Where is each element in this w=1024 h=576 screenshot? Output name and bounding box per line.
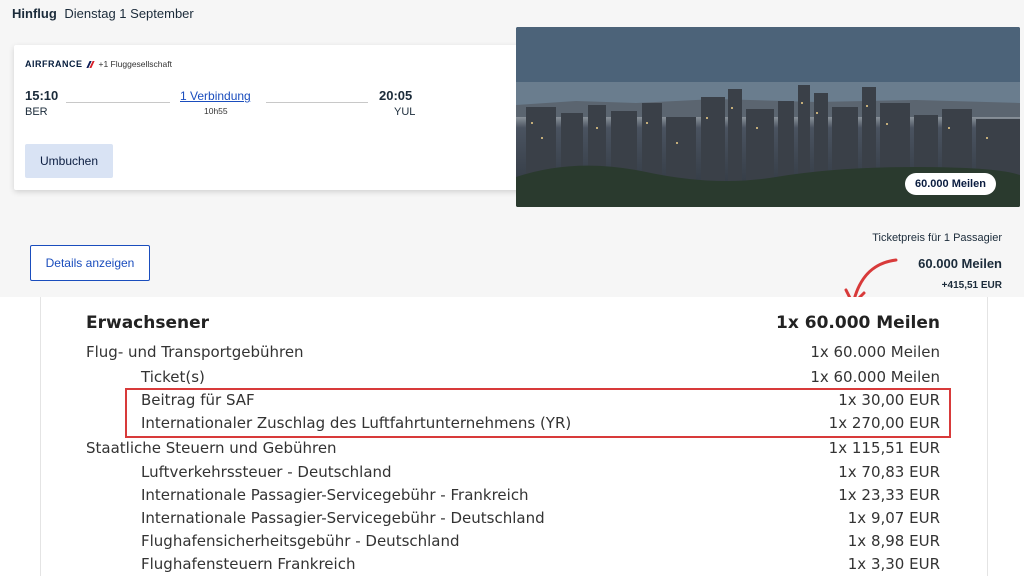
breakdown-row: Luftverkehrssteuer - Deutschland 1x 70,83…: [86, 463, 940, 481]
additional-airline: +1 Fluggesellschaft: [98, 59, 172, 69]
flight-card: AIRFRANCE +1 Fluggesellschaft 15:10 BER …: [14, 45, 530, 190]
breakdown-row-label: Flug- und Transportgebühren: [86, 343, 304, 361]
arrival-airport: YUL: [394, 106, 416, 118]
breakdown-row-value: 1x 23,33 EUR: [838, 486, 940, 504]
flight-header: Hinflug Dienstag 1 September: [12, 6, 194, 21]
breakdown-row-value: 1x 60.000 Meilen: [810, 343, 940, 361]
breakdown-row-value: 1x 8,98 EUR: [847, 532, 940, 550]
ticket-price-miles: 60.000 Meilen: [918, 256, 1002, 271]
breakdown-row-label: Staatliche Steuern und Gebühren: [86, 439, 337, 457]
breakdown-row-label: Flughafensicherheitsgebühr - Deutschland: [141, 532, 460, 550]
ticket-price-eur: +415,51 EUR: [941, 280, 1002, 291]
breakdown-row-label: Ticket(s): [141, 368, 205, 386]
flight-summary-section: Hinflug Dienstag 1 September AIRFRANCE +…: [0, 0, 1024, 297]
breakdown-row-label: Internationale Passagier-Servicegebühr -…: [141, 509, 545, 527]
ticket-price-label: Ticketpreis für 1 Passagier: [872, 232, 1002, 244]
route-line-left: [66, 102, 170, 103]
breakdown-row: Flug- und Transportgebühren 1x 60.000 Mei…: [86, 343, 940, 361]
arrival-time: 20:05: [379, 88, 413, 103]
breakdown-row-label: Internationale Passagier-Servicegebühr -…: [141, 486, 529, 504]
breakdown-row-value: 1x 115,51 EUR: [828, 439, 940, 457]
breakdown-row-value: 1x 70,83 EUR: [838, 463, 940, 481]
route-line-right: [266, 102, 368, 103]
airline-info: AIRFRANCE +1 Fluggesellschaft: [25, 59, 172, 69]
show-details-button[interactable]: Details anzeigen: [30, 245, 150, 281]
breakdown-row-value: 1x 60.000 Meilen: [776, 313, 940, 333]
breakdown-row: Flughafensteuern Frankreich 1x 3,30 EUR: [86, 555, 940, 573]
breakdown-row: Staatliche Steuern und Gebühren 1x 115,51…: [86, 439, 940, 457]
rebook-button[interactable]: Umbuchen: [25, 144, 113, 178]
breakdown-row-label: Flughafensteuern Frankreich: [141, 555, 356, 573]
breakdown-row: Ticket(s) 1x 60.000 Meilen: [86, 368, 940, 386]
airline-logo-icon: [87, 60, 95, 68]
breakdown-row: Flughafensicherheitsgebühr - Deutschland…: [86, 532, 940, 550]
breakdown-row: Internationale Passagier-Servicegebühr -…: [86, 509, 940, 527]
flight-duration: 10h55: [204, 106, 228, 116]
breakdown-row: Erwachsener 1x 60.000 Meilen: [86, 313, 940, 333]
flight-date: Dienstag 1 September: [64, 6, 194, 21]
departure-airport: BER: [25, 106, 48, 118]
direction-label: Hinflug: [12, 6, 57, 21]
departure-time: 15:10: [25, 88, 59, 103]
connection-link[interactable]: 1 Verbindung: [180, 89, 251, 103]
breakdown-row-label: Luftverkehrssteuer - Deutschland: [141, 463, 392, 481]
photo-miles-badge: 60.000 Meilen: [905, 173, 996, 195]
breakdown-row-value: 1x 60.000 Meilen: [810, 368, 940, 386]
airline-logo: AIRFRANCE: [25, 59, 83, 69]
breakdown-row-value: 1x 9,07 EUR: [847, 509, 940, 527]
breakdown-row-value: 1x 3,30 EUR: [847, 555, 940, 573]
breakdown-row-label: Erwachsener: [86, 313, 210, 333]
highlight-box: [125, 388, 951, 438]
breakdown-row: Internationale Passagier-Servicegebühr -…: [86, 486, 940, 504]
